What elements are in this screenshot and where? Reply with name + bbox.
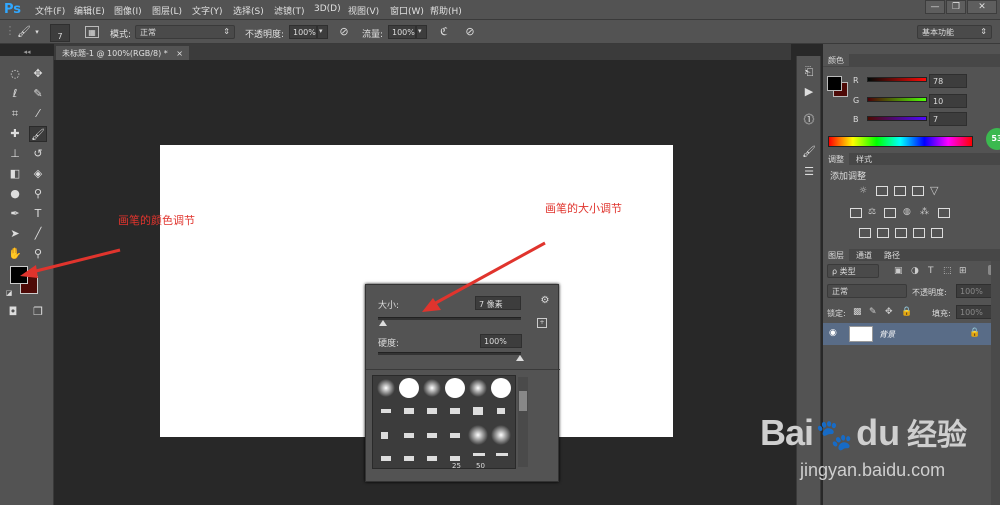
info-icon[interactable]: ⓵ xyxy=(802,114,816,126)
filter-shape-icon[interactable]: ⬚ xyxy=(943,266,952,276)
filter-pixel-icon[interactable]: ▣ xyxy=(894,266,903,276)
g-slider[interactable] xyxy=(867,97,927,102)
layer-filter-select[interactable]: ρ 类型 xyxy=(827,264,879,278)
layer-row-background[interactable]: ◉ 背景 🔒 xyxy=(823,323,991,345)
color-lookup-icon[interactable] xyxy=(938,208,950,218)
lock-position-icon[interactable]: ✥ xyxy=(885,307,893,317)
r-input[interactable]: 78 xyxy=(929,74,967,88)
blend-mode-value: 正常 xyxy=(832,287,848,296)
exposure-icon[interactable] xyxy=(912,186,924,196)
b-label: B xyxy=(853,115,859,124)
b-input[interactable]: 7 xyxy=(929,112,967,126)
photo-filter-icon[interactable]: ◍ xyxy=(903,207,911,217)
brush-presets-icon[interactable]: ☰ xyxy=(802,166,816,178)
color-arrowhead xyxy=(20,265,38,278)
filter-type-icon[interactable]: T xyxy=(928,266,934,276)
lock-transparent-icon[interactable]: ▩ xyxy=(853,307,862,317)
lock-pixels-icon[interactable]: ✎ xyxy=(869,307,877,317)
g-input[interactable]: 10 xyxy=(929,94,967,108)
actions-play-icon[interactable]: ▶ xyxy=(802,86,816,98)
eye-icon[interactable]: ◉ xyxy=(829,328,837,338)
levels-icon[interactable] xyxy=(876,186,888,196)
size-arrow xyxy=(431,241,546,307)
fill-label: 填充: xyxy=(932,309,951,318)
lock-label: 锁定: xyxy=(827,309,846,318)
layer-opacity-label: 不透明度: xyxy=(912,288,947,297)
tab-channels[interactable]: 通道 xyxy=(851,249,877,261)
badge: 53 xyxy=(986,128,1000,150)
color-balance-icon[interactable]: ⚖ xyxy=(868,207,876,217)
layer-opacity-input[interactable]: 100% xyxy=(956,284,992,298)
threshold-icon[interactable] xyxy=(895,228,907,238)
add-adjustment-title: 添加调整 xyxy=(830,172,867,182)
r-label: R xyxy=(853,76,859,85)
baidu-watermark: Bai 🐾 du 经验 xyxy=(760,410,967,454)
tab-styles[interactable]: 样式 xyxy=(851,153,877,165)
b-slider[interactable] xyxy=(867,116,927,121)
watermark-url: jingyan.baidu.com xyxy=(800,460,946,480)
tab-color[interactable]: 颜色 xyxy=(823,54,849,66)
bw-icon[interactable] xyxy=(884,208,896,218)
layer-lock-icon: 🔒 xyxy=(969,328,981,338)
curves-icon[interactable] xyxy=(894,186,906,196)
channel-mixer-icon[interactable]: ⁂ xyxy=(920,207,929,217)
tab-paths[interactable]: 路径 xyxy=(879,249,905,261)
fill-input[interactable]: 100% xyxy=(956,305,992,319)
g-label: G xyxy=(853,96,860,105)
layer-filter-label: ρ 类型 xyxy=(832,267,856,276)
watermark-brand-left: Bai xyxy=(760,412,814,453)
filter-adjust-icon[interactable]: ◑ xyxy=(911,266,919,276)
watermark-brand-right: du xyxy=(856,412,901,453)
color-panel-tabbar: 颜色 xyxy=(823,54,1000,67)
posterize-icon[interactable] xyxy=(877,228,889,238)
paw-icon: 🐾 xyxy=(815,418,854,453)
tab-layers[interactable]: 图层 xyxy=(823,249,849,261)
watermark-brand-cn: 经验 xyxy=(907,418,967,453)
history-icon[interactable]: ⎗ xyxy=(802,66,816,78)
tab-adjustments[interactable]: 调整 xyxy=(823,153,849,165)
brightness-icon[interactable]: ☼ xyxy=(859,186,867,196)
fg-color-chip[interactable] xyxy=(827,76,842,91)
r-slider[interactable] xyxy=(867,77,927,82)
lock-all-icon[interactable]: 🔒 xyxy=(901,307,912,317)
invert-icon[interactable] xyxy=(859,228,871,238)
adjust-panel-tabbar: 调整 样式 xyxy=(823,153,1000,165)
selective-color-icon[interactable] xyxy=(931,228,943,238)
layer-name: 背景 xyxy=(879,330,895,339)
vibrance-icon[interactable]: ▽ xyxy=(930,184,938,197)
layer-thumbnail xyxy=(849,326,873,342)
blend-mode-select[interactable]: 正常 xyxy=(827,284,907,298)
brush-panel-icon[interactable]: 🖌 xyxy=(802,146,816,158)
gradient-map-icon[interactable] xyxy=(913,228,925,238)
hue-sat-icon[interactable] xyxy=(850,208,862,218)
layers-panel-tabbar: 图层 通道 路径 xyxy=(823,249,1000,261)
layers-scrollbar[interactable] xyxy=(991,261,1000,505)
filter-smart-icon[interactable]: ⊞ xyxy=(959,266,967,276)
color-spectrum[interactable] xyxy=(828,136,973,147)
color-arrow xyxy=(31,248,121,274)
